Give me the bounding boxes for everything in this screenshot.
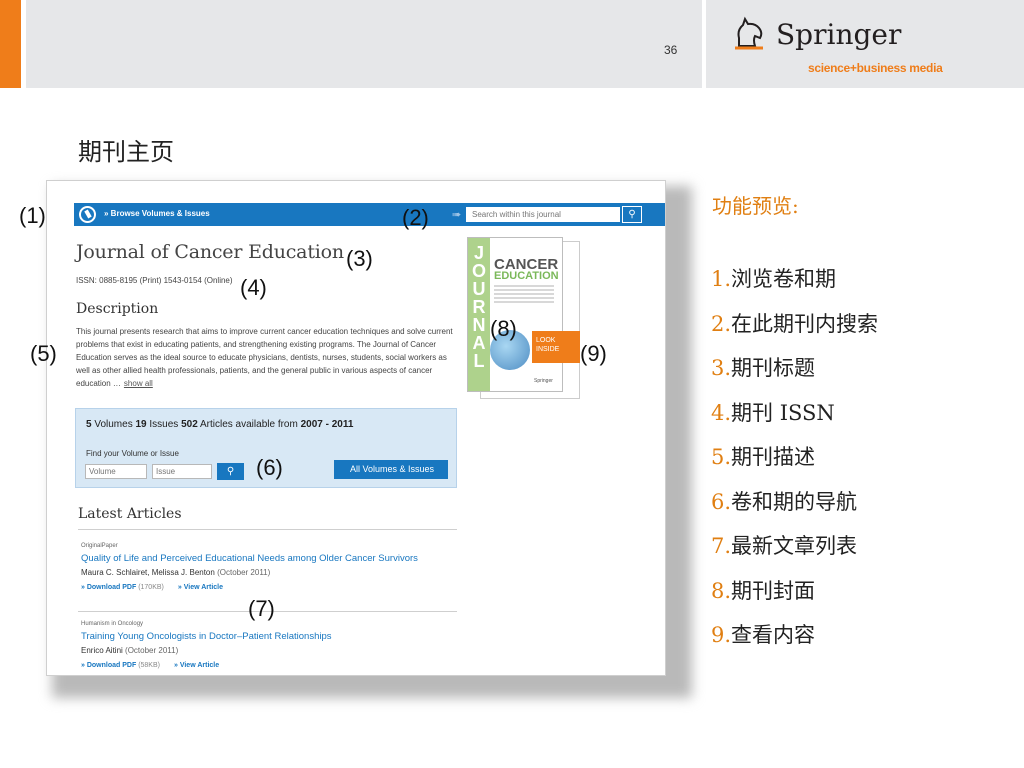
journal-search-input[interactable] bbox=[466, 207, 620, 222]
feature-item: 7.最新文章列表 bbox=[711, 534, 858, 558]
cover-journal-word: JOURNAL bbox=[471, 243, 486, 371]
view-article-link[interactable]: » View Article bbox=[178, 584, 223, 591]
cover-education-word: EDUCATION bbox=[494, 270, 559, 282]
journal-title: Journal of Cancer Education bbox=[76, 241, 344, 263]
browse-volumes-link[interactable]: » Browse Volumes & Issues bbox=[104, 209, 210, 218]
article-authors: Enrico Aitini (October 2011) bbox=[81, 646, 179, 655]
latest-articles-rule bbox=[78, 529, 457, 530]
article-authors: Maura C. Schlairet, Melissa J. Benton (O… bbox=[81, 568, 271, 577]
callout-6: (6) bbox=[256, 455, 283, 480]
journal-cover[interactable]: JOURNAL CANCER EDUCATION Springer bbox=[467, 237, 563, 392]
browse-compass-icon bbox=[79, 206, 96, 223]
features-title: 功能预览: bbox=[712, 194, 799, 218]
journal-search-button[interactable]: ⚲ bbox=[622, 206, 642, 223]
article-title-link[interactable]: Training Young Oncologists in Doctor–Pat… bbox=[81, 631, 457, 642]
article-type: OriginalPaper bbox=[81, 543, 118, 549]
journal-issn: ISSN: 0885-8195 (Print) 1543-0154 (Onlin… bbox=[76, 276, 233, 285]
article-item: OriginalPaper Quality of Life and Percei… bbox=[81, 543, 457, 591]
download-pdf-link[interactable]: » Download PDF bbox=[81, 662, 136, 669]
cover-publisher: Springer bbox=[534, 378, 553, 384]
callout-8: (8) bbox=[490, 316, 517, 341]
slide-title: 期刊主页 bbox=[78, 138, 174, 166]
springer-horse-icon bbox=[735, 16, 763, 50]
volume-input[interactable] bbox=[85, 464, 147, 479]
description-heading: Description bbox=[76, 301, 159, 317]
springer-logo-text: Springer bbox=[776, 18, 902, 51]
look-inside-button[interactable]: LOOK INSIDE bbox=[532, 331, 580, 363]
header-accent-bar bbox=[0, 0, 21, 88]
all-volumes-button[interactable]: All Volumes & Issues bbox=[334, 460, 448, 479]
callout-4: (4) bbox=[240, 275, 267, 300]
feature-item: 6.卷和期的导航 bbox=[711, 489, 858, 514]
feature-item: 3.期刊标题 bbox=[711, 356, 816, 380]
volume-search-button[interactable]: ⚲ bbox=[217, 463, 244, 480]
feature-item: 8.期刊封面 bbox=[711, 578, 816, 603]
feature-item: 4.期刊 ISSN bbox=[711, 400, 835, 425]
callout-7: (7) bbox=[248, 596, 275, 621]
features-list: 1.浏览卷和期 2.在此期刊内搜索 3.期刊标题 4.期刊 ISSN 5.期刊描… bbox=[711, 262, 878, 663]
feature-item: 1.浏览卷和期 bbox=[711, 267, 837, 291]
feature-item: 9.查看内容 bbox=[711, 623, 816, 647]
callout-9: (9) bbox=[580, 341, 607, 366]
latest-articles-heading: Latest Articles bbox=[78, 506, 182, 522]
journal-topbar: » Browse Volumes & Issues ➠ ⚲ bbox=[74, 203, 665, 226]
find-volume-label: Find your Volume or Issue bbox=[86, 449, 179, 458]
show-all-link[interactable]: show all bbox=[124, 379, 153, 388]
callout-2: (2) bbox=[402, 205, 429, 230]
article-links: » Download PDF (170KB)» View Article bbox=[81, 584, 224, 591]
callout-3: (3) bbox=[346, 246, 373, 271]
springer-tagline: science+business media bbox=[808, 61, 943, 75]
callout-5: (5) bbox=[30, 341, 57, 366]
header-bar bbox=[26, 0, 702, 88]
arrow-right-icon: ➠ bbox=[452, 209, 462, 221]
download-pdf-link[interactable]: » Download PDF bbox=[81, 584, 136, 591]
article-links: » Download PDF (58KB)» View Article bbox=[81, 662, 220, 669]
issue-input[interactable] bbox=[152, 464, 212, 479]
volumes-stats: 5 Volumes 19 Issues 502 Articles availab… bbox=[86, 419, 354, 430]
cover-subtitle-lines bbox=[494, 285, 554, 305]
feature-item: 2.在此期刊内搜索 bbox=[711, 311, 879, 336]
feature-item: 5.期刊描述 bbox=[711, 445, 816, 469]
article-title-link[interactable]: Quality of Life and Perceived Educationa… bbox=[81, 553, 457, 564]
description-text: This journal presents research that aims… bbox=[76, 325, 458, 390]
page-number: 36 bbox=[664, 43, 678, 57]
callout-1: (1) bbox=[19, 203, 46, 228]
view-article-link[interactable]: » View Article bbox=[174, 662, 219, 669]
article-item: Humanism in Oncology Training Young Onco… bbox=[81, 621, 457, 669]
